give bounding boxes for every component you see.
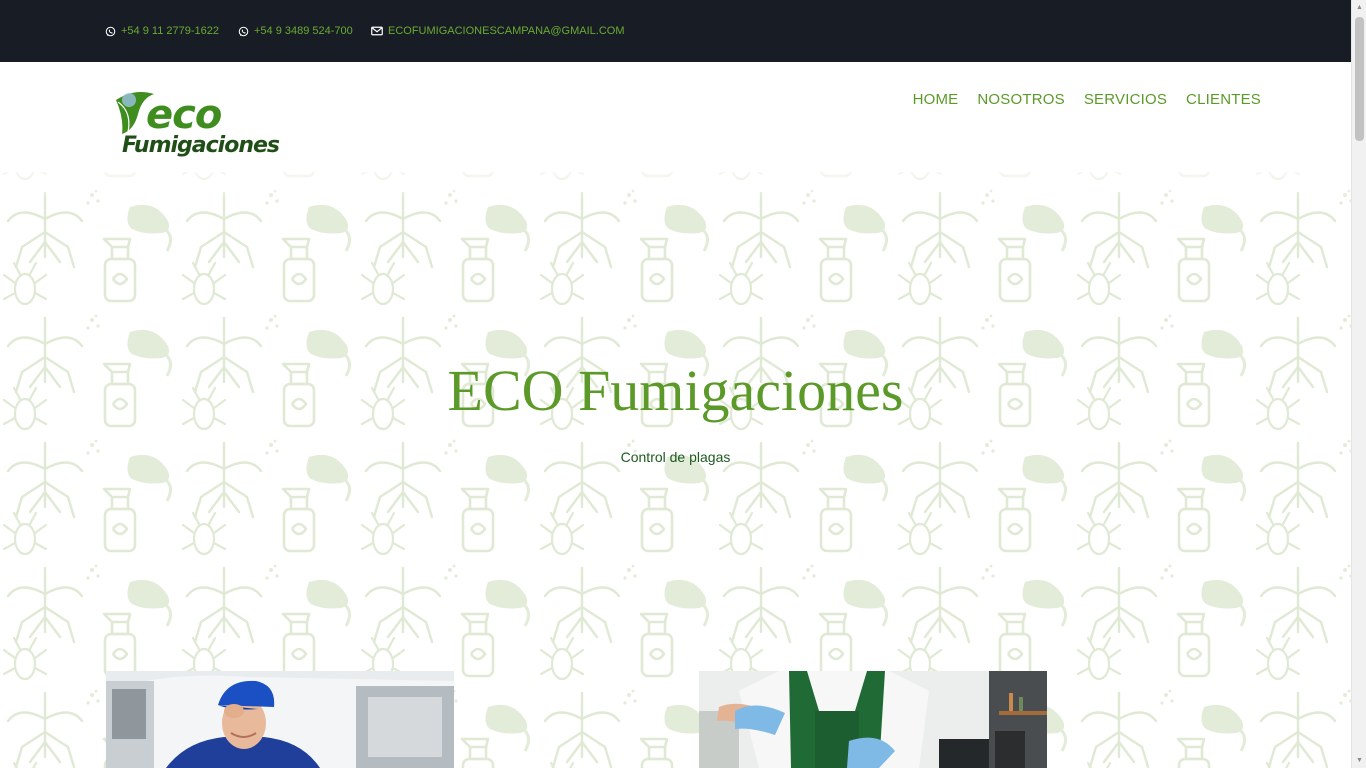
email-link[interactable]: ECOFUMIGACIONESCAMPANA@GMAIL.COM <box>371 0 624 62</box>
hero-subtitle: Control de plagas <box>620 449 731 465</box>
whatsapp-icon <box>238 26 249 37</box>
logo-fumigaciones-text: Fumigaciones <box>122 133 280 158</box>
envelope-icon <box>371 26 383 36</box>
header-fade <box>0 160 1351 200</box>
phone-number-1: +54 9 11 2779-1622 <box>121 25 219 37</box>
logo-eco-text: eco <box>146 92 222 138</box>
phone-number-2: +54 9 3489 524-700 <box>254 25 353 37</box>
main-navigation: HOME NOSOTROS SERVICIOS CLIENTES <box>913 91 1261 108</box>
nav-servicios[interactable]: SERVICIOS <box>1084 91 1167 108</box>
scroll-up-arrow[interactable]: ▲ <box>1352 0 1366 15</box>
nav-nosotros[interactable]: NOSOTROS <box>977 91 1064 108</box>
worker-photo-2 <box>699 671 1047 768</box>
scroll-down-arrow[interactable]: ▼ <box>1352 753 1366 768</box>
scroll-thumb[interactable] <box>1355 17 1364 141</box>
email-address: ECOFUMIGACIONESCAMPANA@GMAIL.COM <box>388 25 625 37</box>
phone-link-1[interactable]: +54 9 11 2779-1622 <box>105 0 219 62</box>
nav-home[interactable]: HOME <box>913 91 959 108</box>
phone-link-2[interactable]: +54 9 3489 524-700 <box>238 0 353 62</box>
worker-photo-1 <box>106 671 454 768</box>
page-scrollbar[interactable]: ▲ ▼ <box>1351 0 1366 768</box>
hero-title: ECO Fumigaciones <box>447 358 904 423</box>
eco-fumigaciones-logo[interactable]: eco Fumigaciones <box>108 88 283 160</box>
whatsapp-icon <box>105 26 116 37</box>
nav-clientes[interactable]: CLIENTES <box>1186 91 1261 108</box>
top-contact-bar: +54 9 11 2779-1622 +54 9 3489 524-700 EC… <box>0 0 1351 62</box>
